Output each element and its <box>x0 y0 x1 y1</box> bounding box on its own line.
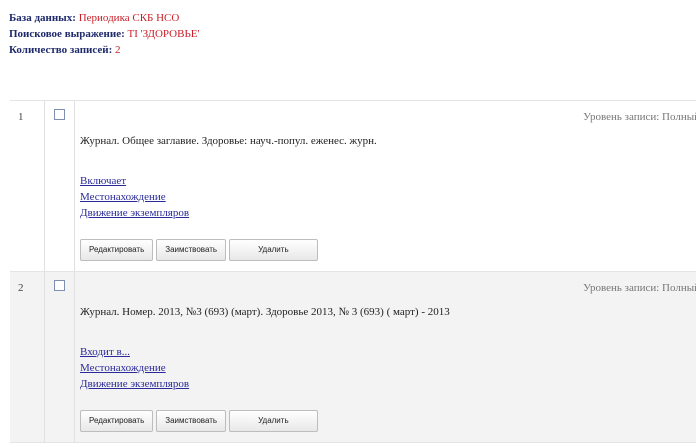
record-number: 1 <box>18 111 24 123</box>
record-row: 1 Уровень записи: Полный Журнал. Общее з… <box>10 101 696 272</box>
record-actions: Редактировать Заимствовать Удалить <box>80 410 321 432</box>
record-checkbox[interactable] <box>54 280 65 291</box>
borrow-button[interactable]: Заимствовать <box>156 410 227 432</box>
record-number: 2 <box>18 282 24 294</box>
link-includes[interactable]: Включает <box>80 173 189 189</box>
borrow-button[interactable]: Заимствовать <box>156 239 227 261</box>
record-links: Включает Местонахождение Движение экземп… <box>80 173 189 221</box>
delete-button[interactable]: Удалить <box>229 239 318 261</box>
record-checkbox[interactable] <box>54 109 65 120</box>
record-description: Журнал. Общее заглавие. Здоровье: науч.-… <box>80 135 377 147</box>
search-expression-label: Поисковое выражение: <box>9 28 125 40</box>
record-actions: Редактировать Заимствовать Удалить <box>80 239 321 261</box>
link-copies-movement[interactable]: Движение экземпляров <box>80 205 189 221</box>
record-count-label: Количество записей: <box>9 44 113 56</box>
record-links: Входит в... Местонахождение Движение экз… <box>80 344 189 392</box>
database-value: Периодика СКБ НСО <box>78 12 180 24</box>
record-count-value: 2 <box>115 44 121 56</box>
column-divider <box>44 101 45 271</box>
database-label: База данных: <box>9 12 76 24</box>
column-divider <box>74 101 75 271</box>
record-count-line: Количество записей: 2 <box>9 42 199 58</box>
search-expression-line: Поисковое выражение: TI 'ЗДОРОВЬЕ' <box>9 26 199 42</box>
delete-button[interactable]: Удалить <box>229 410 318 432</box>
record-level: Уровень записи: Полный <box>583 111 696 123</box>
edit-button[interactable]: Редактировать <box>80 239 154 261</box>
link-location[interactable]: Местонахождение <box>80 189 189 205</box>
column-divider <box>74 272 75 442</box>
search-summary: База данных: Периодика СКБ НСО Поисковое… <box>9 10 199 58</box>
record-row: 2 Уровень записи: Полный Журнал. Номер. … <box>10 272 696 443</box>
link-location[interactable]: Местонахождение <box>80 360 189 376</box>
records-list: 1 Уровень записи: Полный Журнал. Общее з… <box>10 100 696 443</box>
edit-button[interactable]: Редактировать <box>80 410 154 432</box>
link-part-of[interactable]: Входит в... <box>80 344 189 360</box>
link-copies-movement[interactable]: Движение экземпляров <box>80 376 189 392</box>
database-line: База данных: Периодика СКБ НСО <box>9 10 199 26</box>
search-expression-value: TI 'ЗДОРОВЬЕ' <box>127 28 200 40</box>
column-divider <box>44 272 45 442</box>
record-level: Уровень записи: Полный <box>583 282 696 294</box>
record-description: Журнал. Номер. 2013, №3 (693) (март). Зд… <box>80 306 450 318</box>
